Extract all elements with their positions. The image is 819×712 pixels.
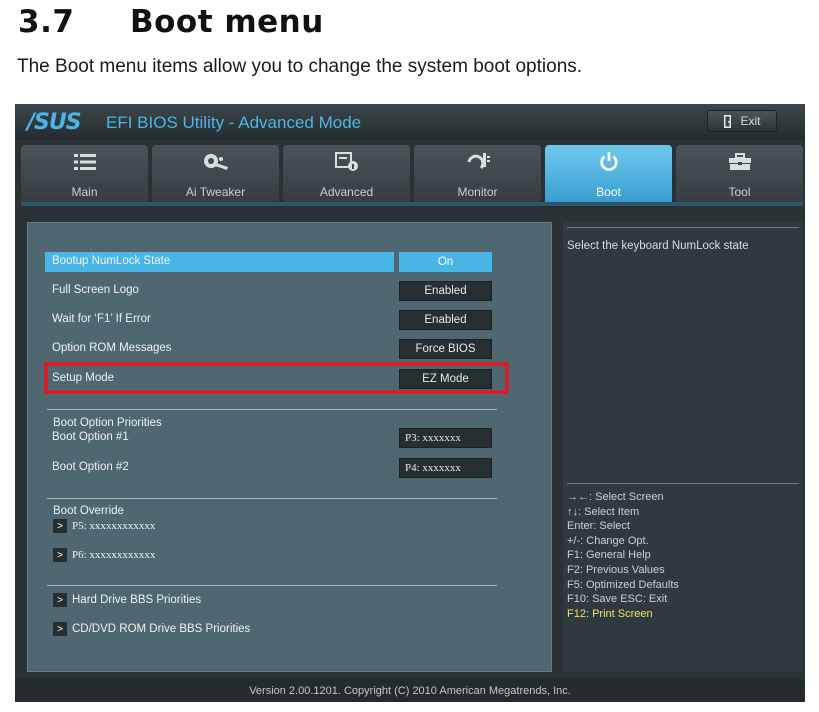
- tab-underline: [21, 202, 803, 206]
- section-title: Boot menu: [130, 4, 324, 40]
- setting-value[interactable]: Enabled: [399, 310, 492, 330]
- setting-label: Boot Option #2: [52, 461, 129, 473]
- setting-bootup-numlock[interactable]: Bootup NumLock State On: [45, 252, 505, 272]
- section-heading: 3.7 Boot menu: [18, 2, 324, 42]
- key-hint: Enter: Select: [567, 520, 630, 533]
- monitor-icon: [467, 153, 490, 170]
- tab-label: Boot: [596, 185, 621, 199]
- key-hint-print-screen: F12: Print Screen: [567, 607, 653, 620]
- tab-label: Tool: [728, 185, 751, 199]
- exit-button[interactable]: Exit: [707, 110, 777, 132]
- tab-label: Ai Tweaker: [185, 185, 246, 199]
- override-label: P6: xxxxxxxxxxxx: [72, 549, 156, 561]
- section-description: The Boot menu items allow you to change …: [17, 56, 583, 77]
- separator: [47, 585, 497, 586]
- setting-option-rom-messages[interactable]: Option ROM Messages Force BIOS: [45, 339, 505, 359]
- advanced-icon: [334, 152, 358, 171]
- chevron-right-icon: >: [53, 593, 67, 607]
- setting-label: Full Screen Logo: [52, 284, 139, 296]
- list-icon: [73, 154, 96, 170]
- key-hint: +/-: Change Opt.: [567, 534, 649, 547]
- footer-version: Version 2.00.1201. Copyright (C) 2010 Am…: [15, 679, 805, 702]
- chevron-right-icon: >: [53, 622, 67, 636]
- tab-label: Main: [71, 185, 98, 199]
- setting-label: Wait for ‘F1’ If Error: [52, 313, 151, 325]
- tweaker-icon: [203, 154, 228, 170]
- tool-icon: [728, 153, 751, 170]
- tab-ai-tweaker[interactable]: Ai Tweaker: [152, 145, 279, 202]
- setting-value[interactable]: P3: xxxxxxx: [399, 428, 492, 448]
- app-title: EFI BIOS Utility - Advanced Mode: [106, 113, 362, 132]
- tab-label: Monitor: [457, 185, 498, 199]
- boot-option-2[interactable]: Boot Option #2 P4: xxxxxxx: [45, 458, 505, 478]
- separator: [47, 498, 497, 499]
- boot-override-item[interactable]: > P5: xxxxxxxxxxxx: [53, 519, 155, 533]
- setting-label: Option ROM Messages: [52, 342, 172, 354]
- exit-door-icon: [724, 114, 732, 128]
- key-hint: ↑↓: Select Item: [567, 505, 640, 518]
- bios-window: /SUS EFI BIOS Utility - Advanced Mode Ex…: [15, 104, 805, 702]
- tab-bar: Main Ai Tweaker Advanced Monitor Boot To…: [21, 145, 803, 202]
- power-icon: [599, 152, 618, 171]
- submenu-label: Hard Drive BBS Priorities: [72, 594, 202, 606]
- title-bar: /SUS EFI BIOS Utility - Advanced Mode Ex…: [15, 104, 805, 140]
- key-hint: →←: Select Screen: [567, 491, 664, 503]
- tab-tool[interactable]: Tool: [676, 145, 803, 202]
- tab-main[interactable]: Main: [21, 145, 148, 202]
- separator: [567, 483, 799, 484]
- setting-label: Boot Option #1: [52, 431, 129, 443]
- boot-override-title: Boot Override: [53, 505, 124, 517]
- setting-value[interactable]: Enabled: [399, 281, 492, 301]
- chevron-right-icon: >: [53, 548, 67, 562]
- exit-label: Exit: [740, 114, 761, 128]
- setting-value[interactable]: Force BIOS: [399, 339, 492, 359]
- key-hint: F1: General Help: [567, 549, 651, 562]
- tab-label: Advanced: [319, 185, 374, 199]
- boot-option-1[interactable]: Boot Option #1 P3: xxxxxxx: [45, 428, 505, 448]
- setting-value[interactable]: On: [399, 252, 492, 272]
- setting-value[interactable]: P4: xxxxxxx: [399, 458, 492, 478]
- submenu-label: CD/DVD ROM Drive BBS Priorities: [72, 623, 251, 635]
- highlight-box: [44, 362, 509, 394]
- boot-override-item[interactable]: > P6: xxxxxxxxxxxx: [53, 548, 155, 562]
- separator: [567, 227, 799, 228]
- separator: [47, 409, 497, 410]
- key-hint: F2: Previous Values: [567, 563, 665, 576]
- key-hint: F10: Save ESC: Exit: [567, 593, 668, 606]
- submenu-cd-dvd-bbs[interactable]: > CD/DVD ROM Drive BBS Priorities: [53, 622, 250, 636]
- asus-logo: /SUS: [27, 110, 82, 135]
- tab-monitor[interactable]: Monitor: [414, 145, 541, 202]
- setting-full-screen-logo[interactable]: Full Screen Logo Enabled: [45, 281, 505, 301]
- help-text: Select the keyboard NumLock state: [567, 240, 749, 252]
- key-legend: →←: Select Screen ↑↓: Select Item Enter:…: [567, 490, 679, 621]
- setting-wait-for-f1[interactable]: Wait for ‘F1’ If Error Enabled: [45, 310, 505, 330]
- help-panel: Select the keyboard NumLock state →←: Se…: [563, 222, 803, 672]
- key-hint: F5: Optimized Defaults: [567, 578, 679, 591]
- setting-label: Bootup NumLock State: [52, 255, 171, 267]
- override-label: P5: xxxxxxxxxxxx: [72, 520, 156, 532]
- tab-boot[interactable]: Boot: [545, 145, 672, 202]
- section-number: 3.7: [18, 4, 75, 40]
- submenu-hard-drive-bbs[interactable]: > Hard Drive BBS Priorities: [53, 593, 201, 607]
- chevron-right-icon: >: [53, 519, 67, 533]
- tab-advanced[interactable]: Advanced: [283, 145, 410, 202]
